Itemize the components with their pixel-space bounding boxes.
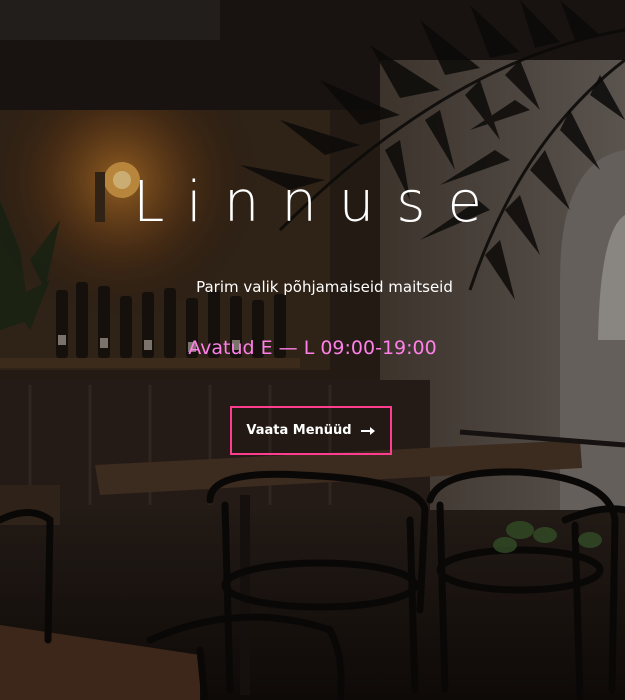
- arrow-right-icon: [360, 426, 376, 436]
- restaurant-title: Linnuse: [133, 170, 504, 235]
- opening-hours: Avatud E — L 09:00-19:00: [188, 337, 437, 359]
- view-menu-button[interactable]: Vaata Menüüd: [230, 406, 392, 455]
- hero-section: Linnuse Parim valik põhjamaiseid maitsei…: [0, 0, 625, 700]
- tagline: Parim valik põhjamaiseid maitseid: [196, 278, 453, 296]
- view-menu-button-label: Vaata Menüüd: [246, 423, 352, 438]
- hero-content: Linnuse Parim valik põhjamaiseid maitsei…: [0, 0, 625, 700]
